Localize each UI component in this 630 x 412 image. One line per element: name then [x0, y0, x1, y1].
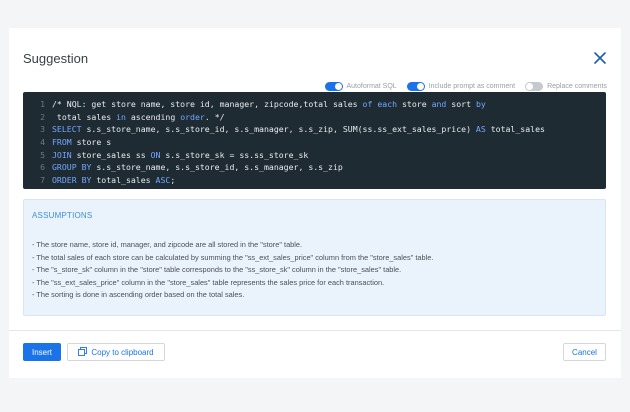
toggle-autoformat-sql[interactable]: Autoformat SQL: [324, 81, 397, 91]
sql-keyword: in: [116, 111, 126, 122]
list-item: - The store name, store id, manager, and…: [32, 240, 303, 249]
code-token: sort: [446, 99, 476, 109]
list-item: - The "s_store_sk" column in the "store"…: [32, 265, 402, 275]
sql-keyword: and: [431, 99, 447, 109]
code-text: JOIN store_sales ss ON s.s_store_sk = ss…: [52, 149, 308, 162]
close-icon[interactable]: [592, 50, 608, 66]
code-line: 1 /* NQL: get store name, store id, manag…: [23, 98, 606, 111]
sql-keyword: ON: [150, 149, 161, 160]
code-line: 4 FROM store s: [23, 136, 606, 149]
toggle-switch[interactable]: [406, 81, 425, 91]
toggle-label: Replace comments: [547, 82, 607, 90]
code-text: GROUP BY s.s_store_name, s.s_store_id, s…: [52, 161, 343, 174]
assumptions-list: - The store name, store id, manager, and…: [32, 239, 433, 302]
toggle-label: Autoformat SQL: [346, 82, 397, 90]
assumptions-panel: ASSUMPTIONS - The store name, store id, …: [23, 199, 606, 316]
list-item: - The sorting is done in ascending order…: [32, 290, 245, 300]
code-text: /* NQL: get store name, store id, manage…: [52, 98, 486, 111]
sql-keyword: by: [475, 99, 486, 109]
code-line: 5 JOIN store_sales ss ON s.s_store_sk = s…: [23, 149, 606, 162]
code-token: ;: [170, 175, 176, 186]
line-number: 3: [40, 124, 45, 135]
code-token: s.s_store_name, s.s_store_id, s.s_manage…: [91, 162, 343, 173]
toggle-replace-comments[interactable]: Replace comments: [525, 81, 607, 91]
list-item: - The total sales of each store can be c…: [32, 252, 434, 262]
code-token: . */: [204, 111, 225, 122]
code-token: /* NQL: get store name, store id, manage…: [52, 99, 363, 109]
options-bar: Autoformat SQL Include prompt as comment…: [324, 80, 607, 92]
line-number: 1: [40, 99, 45, 109]
line-number: 2: [40, 111, 45, 122]
list-item: - The "ss_ext_sales_price" column in the…: [32, 277, 385, 287]
sql-keyword: AS: [475, 124, 486, 135]
code-token: total_sales: [485, 124, 545, 135]
copy-label: Copy to clipboard: [91, 347, 154, 357]
assumptions-title: ASSUMPTIONS: [32, 211, 93, 220]
line-number: 4: [40, 137, 45, 148]
sql-keyword: ORDER BY: [52, 175, 92, 186]
sql-keyword: JOIN: [52, 149, 72, 160]
sql-keyword: order: [180, 111, 205, 122]
sql-keyword: ASC: [155, 175, 171, 186]
code-token: s.s_store_name, s.s_store_id, s.s_manage…: [81, 124, 476, 135]
dialog-title: Suggestion: [23, 51, 89, 66]
code-token: store_sales ss: [71, 149, 151, 160]
line-number: 6: [40, 162, 45, 173]
code-token: store: [397, 99, 432, 109]
sql-code-block[interactable]: 1 /* NQL: get store name, store id, manag…: [23, 92, 606, 189]
toggle-include-prompt[interactable]: Include prompt as comment: [406, 81, 516, 91]
code-token: total_sales: [91, 175, 156, 186]
code-line: 7 ORDER BY total_sales ASC;: [23, 174, 606, 187]
sql-keyword: GROUP BY: [52, 162, 92, 173]
code-token: ascending: [125, 111, 181, 122]
toggle-switch[interactable]: [324, 81, 343, 91]
code-line: 3 SELECT s.s_store_name, s.s_store_id, s.…: [23, 123, 606, 136]
copy-icon: [78, 346, 88, 358]
code-token: s.s_store_sk = ss.ss_store_sk: [160, 149, 309, 160]
code-line: 6 GROUP BY s.s_store_name, s.s_store_id, …: [23, 161, 606, 174]
footer-divider: [9, 330, 621, 331]
insert-button[interactable]: Insert: [23, 343, 61, 361]
line-number: 5: [40, 149, 45, 160]
toggle-switch[interactable]: [525, 81, 544, 91]
sql-keyword: of each: [362, 99, 398, 109]
code-text: total sales in ascending order. */: [52, 111, 225, 124]
code-text: ORDER BY total_sales ASC;: [52, 174, 175, 187]
line-number: 7: [40, 175, 45, 186]
toggle-label: Include prompt as comment: [428, 82, 516, 90]
cancel-button[interactable]: Cancel: [563, 343, 606, 361]
code-token: store s: [71, 137, 112, 148]
sql-keyword: FROM: [52, 137, 72, 148]
copy-to-clipboard-button[interactable]: Copy to clipboard: [67, 343, 165, 361]
code-text: FROM store s: [52, 136, 111, 149]
code-text: SELECT s.s_store_name, s.s_store_id, s.s…: [52, 123, 545, 136]
suggestion-dialog: Suggestion Autoformat SQL Include prompt…: [9, 28, 621, 378]
sql-keyword: SELECT: [52, 124, 82, 135]
code-token: total sales: [52, 111, 117, 122]
code-line: 2 total sales in ascending order. */: [23, 111, 606, 124]
